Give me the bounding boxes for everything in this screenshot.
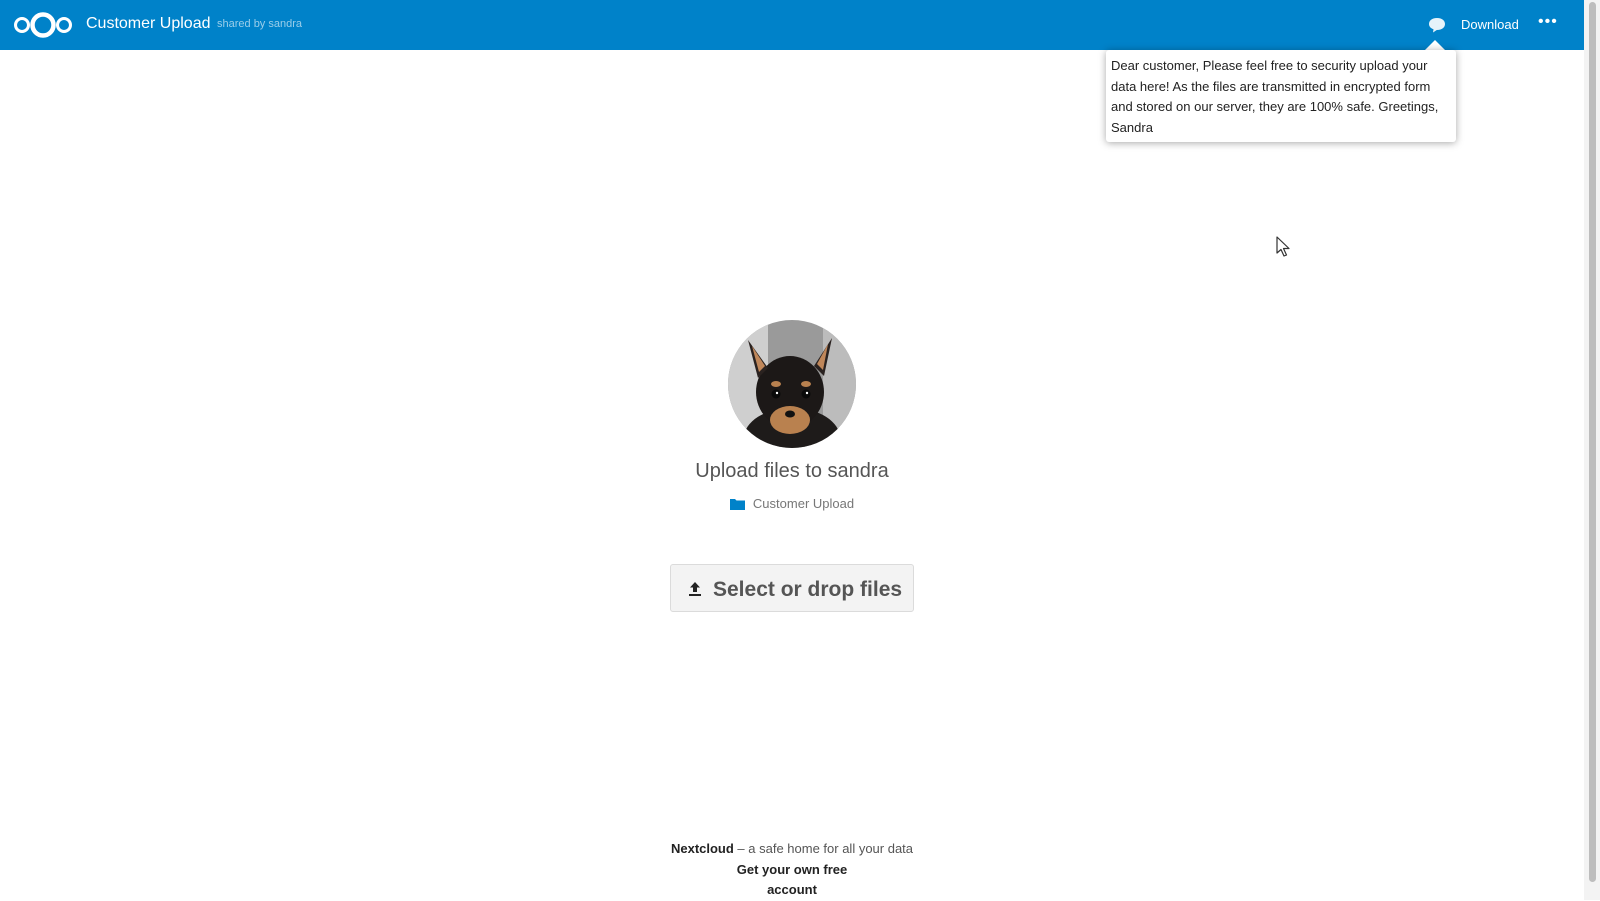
shared-by-label: shared by sandra [217, 18, 302, 30]
folder-info: Customer Upload [0, 496, 1584, 511]
mouse-cursor-icon [1276, 236, 1290, 257]
upload-icon [689, 582, 701, 596]
folder-name: Customer Upload [752, 496, 855, 511]
scrollbar-thumb[interactable] [1589, 2, 1596, 882]
footer: Nextcloud – a safe home for all your dat… [0, 839, 1584, 901]
footer-brand: Nextcloud [670, 841, 734, 856]
more-horizontal-icon[interactable]: ••• [1538, 13, 1558, 31]
share-title: Customer Upload [86, 15, 211, 32]
comment-icon[interactable] [1427, 15, 1447, 35]
signup-link[interactable]: Get your own free account [732, 860, 852, 901]
footer-tagline: – a safe home for all your data [733, 841, 914, 856]
header-bar: Customer Upload shared by sandra Downloa… [0, 0, 1584, 50]
folder-icon [729, 499, 745, 510]
user-avatar-photo [728, 320, 856, 448]
footer-tagline-line: Nextcloud – a safe home for all your dat… [0, 839, 1584, 860]
download-button[interactable]: Download [1461, 17, 1519, 32]
avatar [728, 320, 856, 448]
popover-arrow [1425, 40, 1445, 50]
nextcloud-logo-icon[interactable] [12, 10, 74, 40]
select-or-drop-files-button[interactable]: Select or drop files [670, 564, 914, 612]
upload-title: Upload files to sandra [695, 460, 889, 482]
note-popover: Dear customer, Please feel free to secur… [1106, 50, 1456, 142]
upload-button-label: Select or drop files [713, 578, 903, 601]
note-text: Dear customer, Please feel free to secur… [1111, 58, 1439, 135]
